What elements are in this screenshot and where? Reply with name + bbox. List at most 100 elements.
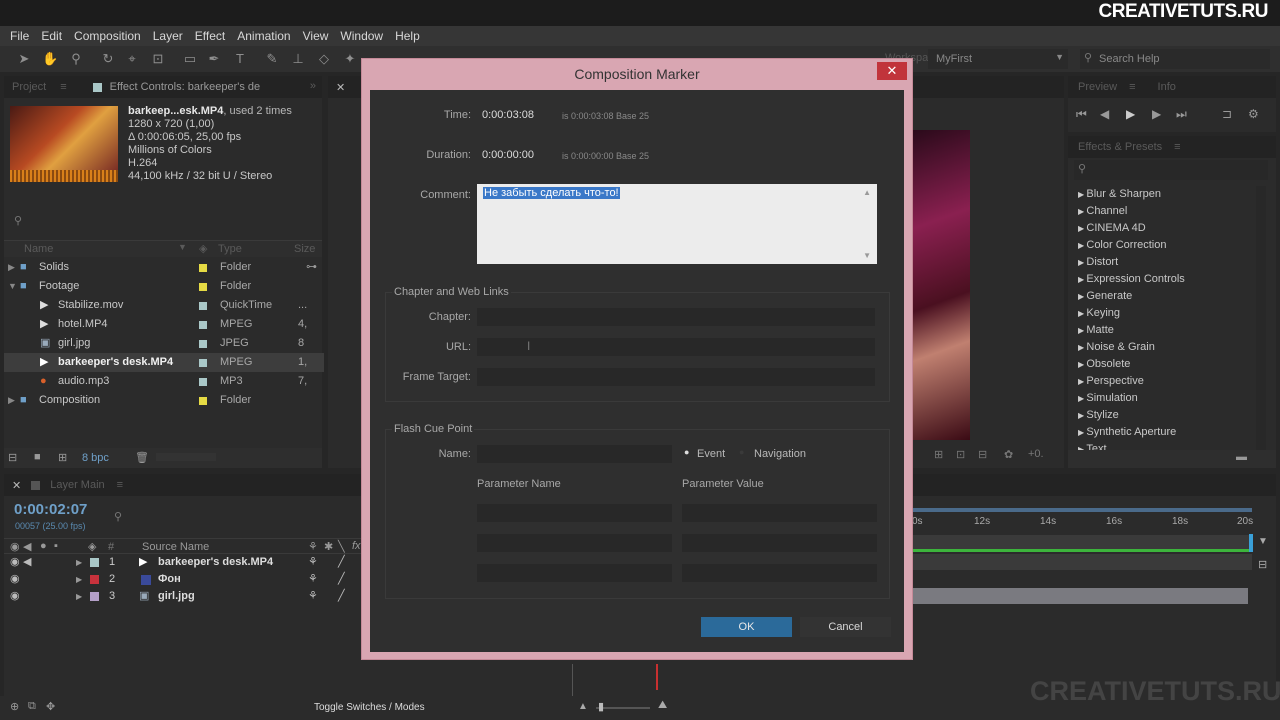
zoom-slider[interactable] <box>596 707 650 709</box>
next-frame-icon[interactable]: ▶ <box>1152 107 1161 121</box>
snapshot-icon[interactable]: ⊟ <box>978 448 987 461</box>
roto-brush-tool-icon[interactable]: ✦ <box>342 51 358 67</box>
menu-layer[interactable]: Layer <box>147 29 189 43</box>
list-item-selected[interactable]: ▶ barkeeper's desk.MP4 MPEG 1, <box>4 353 324 372</box>
effect-category[interactable]: ▶ Stylize <box>1078 407 1119 424</box>
close-icon[interactable]: ✕ <box>12 479 21 492</box>
list-item[interactable]: ▣ girl.jpg JPEG 8 <box>4 334 324 353</box>
list-item[interactable]: ▶ hotel.MP4 MPEG 4, <box>4 315 324 334</box>
label-color[interactable] <box>199 340 207 348</box>
cue-name-field[interactable] <box>477 445 672 463</box>
menu-file[interactable]: File <box>4 29 35 43</box>
eye-icon[interactable]: ◉ <box>10 588 20 605</box>
search-help-field[interactable]: ⚲ Search Help <box>1080 49 1270 69</box>
layer-row[interactable]: ◉ ◀ ▶ 1 ▶ barkeeper's desk.MP4 ⚘ ╱ <box>4 554 366 571</box>
param-name-field[interactable] <box>477 564 672 582</box>
effect-category[interactable]: ▶ Perspective <box>1078 373 1144 390</box>
menu-view[interactable]: View <box>297 29 335 43</box>
eraser-tool-icon[interactable]: ◇ <box>316 51 332 67</box>
thumbnail-slider[interactable] <box>156 453 216 461</box>
close-icon[interactable]: ✕ <box>336 81 345 94</box>
cancel-button[interactable]: Cancel <box>800 617 891 637</box>
comment-textarea[interactable]: Не забыть сделать что-то! ▲ ▼ <box>477 184 877 264</box>
ram-preview-icon[interactable]: ⚙ <box>1248 107 1259 121</box>
workspace-dropdown[interactable]: MyFirst ▼ <box>928 49 1068 69</box>
expand-arrow-icon[interactable]: ▶ <box>76 554 82 571</box>
label-color[interactable] <box>199 321 207 329</box>
source-name-header[interactable]: Source Name <box>142 541 209 553</box>
interpret-footage-icon[interactable]: ⊟ <box>8 451 17 464</box>
scroll-up-icon[interactable]: ▲ <box>863 188 871 197</box>
param-name-field[interactable] <box>477 534 672 552</box>
effect-category[interactable]: ▶ Simulation <box>1078 390 1138 407</box>
speaker-icon[interactable]: ◀ <box>23 554 31 571</box>
camera-tool-icon[interactable]: ⌖ <box>124 51 140 67</box>
work-area-bar[interactable] <box>912 508 1252 512</box>
shy-switch-icon[interactable]: ⚘ <box>308 571 318 588</box>
expand-arrow-icon[interactable]: ▶ <box>8 258 15 277</box>
label-color[interactable] <box>199 283 207 291</box>
effect-category[interactable]: ▶ Blur & Sharpen <box>1078 186 1161 203</box>
region-icon[interactable]: ⊡ <box>956 448 965 461</box>
layer-bar[interactable] <box>912 588 1248 604</box>
pen-tool-icon[interactable]: ✒ <box>206 51 222 67</box>
navigation-label[interactable]: Navigation <box>754 448 806 460</box>
expand-icon[interactable]: ✥ <box>46 700 55 713</box>
brush-tool-icon[interactable]: ✎ <box>264 51 280 67</box>
exposure-value[interactable]: +0. <box>1028 448 1044 460</box>
shy-switch-icon[interactable]: ⚘ <box>308 554 318 571</box>
rectangle-tool-icon[interactable]: ▭ <box>182 51 198 67</box>
expand-arrow-icon[interactable]: ▶ <box>76 588 82 605</box>
layer-bar[interactable] <box>912 554 1252 570</box>
tab-layer-main[interactable]: Layer Main <box>50 479 104 491</box>
list-item[interactable]: ▼ ■ Footage Folder <box>4 277 324 296</box>
layer-row[interactable]: ◉ ▶ 3 ▣ girl.jpg ⚘ ╱ <box>4 588 366 605</box>
effect-category[interactable]: ▶ CINEMA 4D <box>1078 220 1146 237</box>
menu-composition[interactable]: Composition <box>68 29 147 43</box>
label-color[interactable] <box>90 558 99 567</box>
column-size[interactable]: Size <box>294 243 315 255</box>
expand-arrow-icon[interactable]: ▶ <box>8 391 15 410</box>
chapter-field[interactable] <box>477 308 875 326</box>
label-color[interactable] <box>90 575 99 584</box>
tab-effect-controls[interactable]: Effect Controls: barkeeper's de <box>110 81 260 93</box>
column-type[interactable]: Type <box>218 243 242 255</box>
label-color[interactable] <box>90 592 99 601</box>
trash-icon[interactable]: 🗑 <box>135 451 149 464</box>
effect-category[interactable]: ▶ Channel <box>1078 203 1127 220</box>
label-color[interactable] <box>199 378 207 386</box>
rotate-tool-icon[interactable]: ↻ <box>100 51 116 67</box>
list-item[interactable]: ▶ ■ Composition Folder <box>4 391 324 410</box>
zoom-slider-thumb[interactable]: ▮ <box>598 700 604 713</box>
clone-stamp-tool-icon[interactable]: ⊥ <box>290 51 306 67</box>
time-value[interactable]: 0:00:03:08 <box>482 109 534 121</box>
comp-flowchart-icon[interactable]: ⊕ <box>10 700 19 713</box>
work-area-end-handle[interactable] <box>1249 534 1253 552</box>
first-frame-icon[interactable]: ⏮ <box>1076 107 1087 122</box>
effect-category[interactable]: ▶ Synthetic Aperture <box>1078 424 1176 441</box>
time-ruler[interactable]: 0s 12s 14s 16s 18s 20s <box>912 516 1258 532</box>
playhead[interactable] <box>656 664 658 690</box>
tab-preview[interactable]: Preview <box>1078 81 1117 93</box>
close-icon[interactable]: ✕ <box>877 62 907 80</box>
flowchart-icon[interactable]: ⊶ <box>306 258 317 277</box>
param-value-field[interactable] <box>682 534 877 552</box>
ok-button[interactable]: OK <box>701 617 792 637</box>
menu-window[interactable]: Window <box>334 29 389 43</box>
prev-frame-icon[interactable]: ◀ <box>1100 107 1109 121</box>
bpc-toggle[interactable]: 8 bpc <box>82 452 109 464</box>
selection-tool-icon[interactable]: ➤ <box>16 51 32 67</box>
label-color[interactable] <box>199 264 207 272</box>
layer-row[interactable]: ◉ ▶ 2 Фон ⚘ ╱ <box>4 571 366 588</box>
list-item[interactable]: ▶ ■ Solids Folder ⊶ <box>4 258 324 277</box>
event-label[interactable]: Event <box>697 448 725 460</box>
effect-category[interactable]: ▶ Matte <box>1078 322 1114 339</box>
chevron-down-icon[interactable]: ▼ <box>1258 536 1268 547</box>
new-preset-icon[interactable]: ▬ <box>1236 451 1247 463</box>
url-field[interactable]: I <box>477 338 875 356</box>
render-icon[interactable]: ⧉ <box>28 700 36 713</box>
label-color[interactable] <box>199 359 207 367</box>
color-wheel-icon[interactable]: ✿ <box>1004 448 1013 461</box>
effects-scrollbar[interactable] <box>1256 186 1266 450</box>
search-icon[interactable]: ⚲ <box>114 510 122 523</box>
